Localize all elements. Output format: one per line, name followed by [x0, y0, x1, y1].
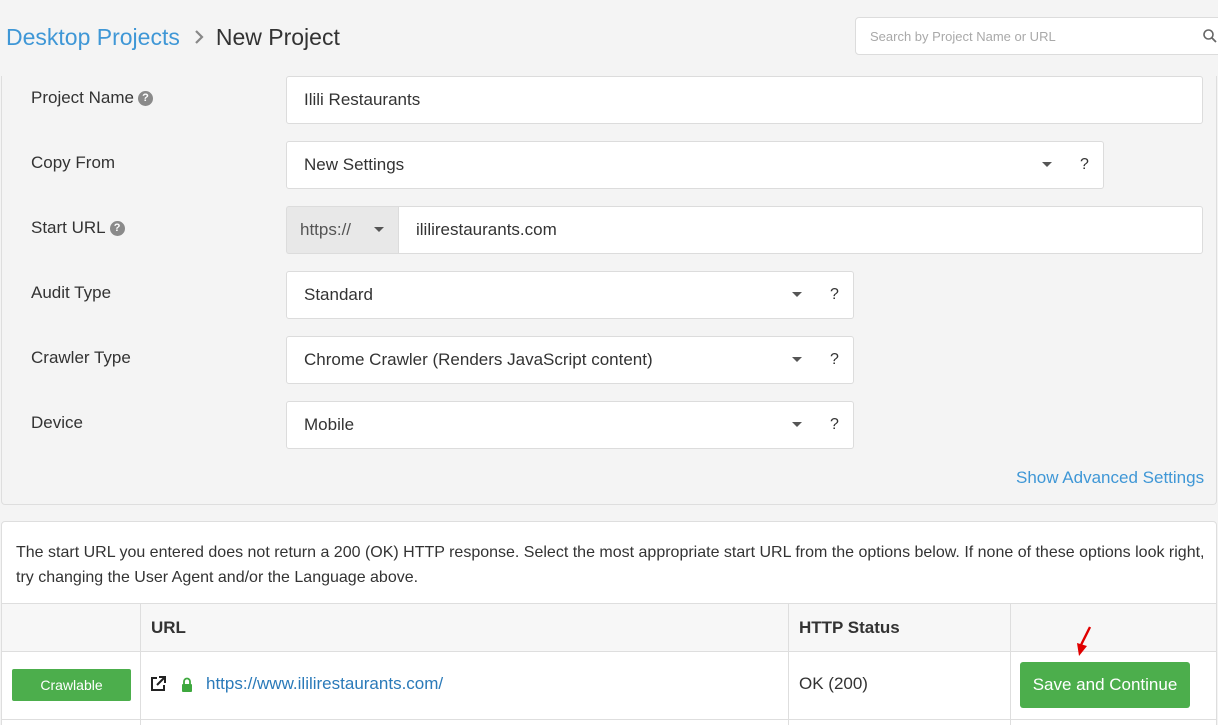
audit-type-label: Audit Type — [31, 283, 112, 302]
device-label: Device — [31, 413, 83, 432]
start-url-input[interactable]: ililirestaurants.com — [398, 206, 1203, 254]
start-url-label-text: Start URL — [31, 218, 106, 237]
breadcrumb-desktop-projects[interactable]: Desktop Projects — [6, 24, 180, 51]
search-icon[interactable] — [1202, 28, 1218, 44]
device-help-button[interactable]: ? — [816, 401, 854, 449]
project-name-label-text: Project Name — [31, 88, 134, 107]
question-circle-icon[interactable]: ? — [109, 220, 125, 236]
crawler-type-select[interactable]: Chrome Crawler (Renders JavaScript conte… — [286, 336, 817, 384]
crawler-type-label: Crawler Type — [31, 348, 131, 367]
search-box — [855, 17, 1218, 55]
copy-from-help-button[interactable]: ? — [1066, 141, 1104, 189]
page-title: New Project — [215, 24, 340, 50]
breadcrumb: Desktop Projects New Project — [6, 24, 340, 51]
start-url-label: Start URL ? — [31, 218, 125, 238]
copy-from-label: Copy From — [31, 153, 116, 172]
project-name-row: Project Name ? Ilili Restaurants — [2, 76, 1216, 124]
crawler-type-value: Chrome Crawler (Renders JavaScript conte… — [304, 350, 653, 369]
column-header-url: URL — [151, 618, 186, 637]
project-name-input[interactable]: Ilili Restaurants — [286, 76, 1203, 124]
audit-type-select[interactable]: Standard — [286, 271, 817, 319]
crawler-type-help-button[interactable]: ? — [816, 336, 854, 384]
show-advanced-settings-link[interactable]: Show Advanced Settings — [1016, 468, 1204, 488]
device-select[interactable]: Mobile — [286, 401, 817, 449]
caret-down-icon — [792, 422, 802, 427]
chevron-right-icon — [194, 24, 204, 51]
copy-from-select[interactable]: New Settings — [286, 141, 1067, 189]
project-name-label: Project Name ? — [31, 88, 153, 108]
caret-down-icon — [374, 227, 384, 232]
device-row: Device Mobile ? — [2, 401, 1216, 449]
column-divider — [140, 603, 141, 725]
table-header: URL HTTP Status — [2, 603, 1216, 652]
red-arrow-annotation-icon — [1077, 626, 1092, 656]
copy-from-row: Copy From New Settings ? — [2, 141, 1216, 189]
device-value: Mobile — [304, 415, 355, 434]
protocol-select[interactable]: https:// — [286, 206, 398, 254]
lock-icon — [182, 677, 192, 692]
caret-down-icon — [1042, 162, 1052, 167]
protocol-value: https:// — [300, 220, 352, 239]
audit-type-row: Audit Type Standard ? — [2, 271, 1216, 319]
column-divider — [788, 603, 789, 725]
question-circle-icon[interactable]: ? — [137, 90, 153, 106]
http-response-notice: The start URL you entered does not retur… — [16, 544, 1205, 586]
column-header-http-status: HTTP Status — [799, 618, 900, 637]
crawlable-badge: Crawlable — [12, 669, 131, 701]
caret-down-icon — [792, 292, 802, 297]
audit-type-help-button[interactable]: ? — [816, 271, 854, 319]
crawler-type-row: Crawler Type Chrome Crawler (Renders Jav… — [2, 336, 1216, 384]
start-url-results-panel: The start URL you entered does not retur… — [1, 521, 1217, 725]
project-settings-panel: Project Name ? Ilili Restaurants Copy Fr… — [1, 76, 1217, 505]
column-divider — [1010, 603, 1011, 725]
caret-down-icon — [792, 357, 802, 362]
http-status-value: OK (200) — [799, 674, 868, 693]
start-url-row: Start URL ? https:// ililirestaurants.co… — [2, 206, 1216, 254]
top-bar: Desktop Projects New Project — [0, 0, 1218, 76]
save-and-continue-button[interactable]: Save and Continue — [1020, 662, 1190, 708]
start-url-option-link[interactable]: https://www.ililirestaurants.com/ — [206, 674, 443, 694]
search-input[interactable] — [856, 18, 1196, 54]
audit-type-value: Standard — [304, 285, 373, 304]
external-link-icon[interactable] — [149, 675, 167, 693]
copy-from-value: New Settings — [304, 155, 405, 174]
